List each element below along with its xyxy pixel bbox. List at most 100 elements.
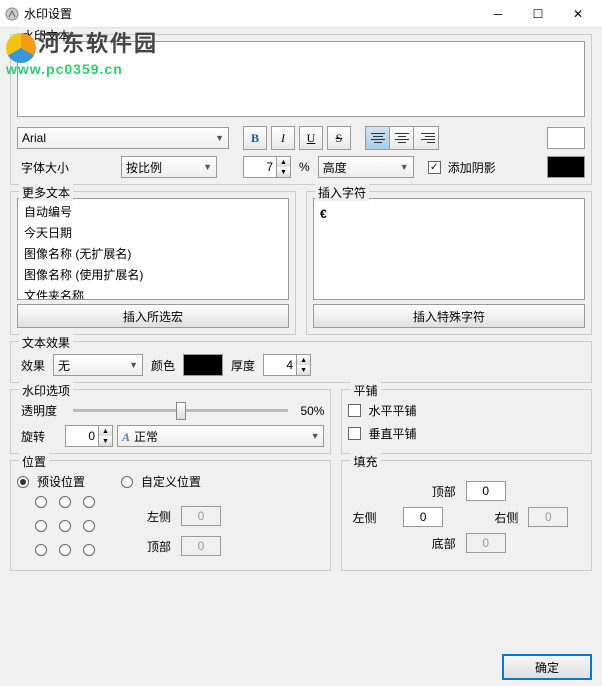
size-value-input[interactable] xyxy=(244,157,276,177)
pos-br[interactable] xyxy=(83,544,95,556)
thickness-label: 厚度 xyxy=(227,357,259,374)
text-color-swatch[interactable] xyxy=(547,127,585,149)
rotate-spinner[interactable]: ▲▼ xyxy=(65,425,113,447)
spin-down[interactable]: ▼ xyxy=(296,365,310,375)
opacity-label: 透明度 xyxy=(17,402,61,419)
horiz-tile-label: 水平平铺 xyxy=(368,402,416,419)
minimize-button[interactable]: ─ xyxy=(478,1,518,27)
custom-top-input[interactable] xyxy=(181,536,221,556)
font-family-select[interactable]: Arial▼ xyxy=(17,127,229,149)
effect-color-swatch[interactable] xyxy=(183,354,223,376)
watermark-textarea[interactable] xyxy=(17,41,585,117)
shadow-checkbox[interactable]: ✓ xyxy=(428,161,441,174)
bold-button[interactable]: B xyxy=(243,126,267,150)
legend-tile: 平铺 xyxy=(350,382,380,399)
custom-position-radio[interactable] xyxy=(121,476,133,488)
rotate-input[interactable] xyxy=(66,426,98,446)
pos-bl[interactable] xyxy=(35,544,47,556)
italic-button[interactable]: I xyxy=(271,126,295,150)
underline-button[interactable]: U xyxy=(299,126,323,150)
section-fill: 填充 顶部 左侧 右侧 底部 xyxy=(341,460,592,571)
list-item[interactable]: 文件夹名称 xyxy=(20,285,286,300)
pos-ml[interactable] xyxy=(35,520,47,532)
insert-macro-button[interactable]: 插入所选宏 xyxy=(17,304,289,328)
fill-right-label: 右侧 xyxy=(466,509,523,526)
effect-select[interactable]: 无▼ xyxy=(53,354,143,376)
section-watermark-options: 水印选项 透明度 50% 旋转 ▲▼ A正常 ▼ xyxy=(10,389,331,454)
rotate-label: 旋转 xyxy=(17,428,61,445)
orientation-select[interactable]: A正常 ▼ xyxy=(117,425,324,447)
legend-text-effect: 文本效果 xyxy=(19,334,73,351)
char-listbox[interactable]: € xyxy=(313,198,585,300)
spin-up[interactable]: ▲ xyxy=(276,157,290,167)
list-item[interactable]: 今天日期 xyxy=(20,222,286,243)
align-left-button[interactable] xyxy=(366,127,390,149)
chevron-down-icon: ▼ xyxy=(203,162,212,172)
fill-bottom-label: 底部 xyxy=(403,535,460,552)
custom-top-label: 顶部 xyxy=(143,538,177,555)
strike-button[interactable]: S xyxy=(327,126,351,150)
preset-position-label: 预设位置 xyxy=(37,473,85,490)
size-mode-select[interactable]: 按比例▼ xyxy=(121,156,217,178)
fill-bottom-input[interactable] xyxy=(466,533,506,553)
opacity-value: 50% xyxy=(300,404,324,418)
fill-top-label: 顶部 xyxy=(403,483,460,500)
align-center-button[interactable] xyxy=(390,127,414,149)
spin-down[interactable]: ▼ xyxy=(276,167,290,177)
size-unit: % xyxy=(295,160,314,174)
color-label: 颜色 xyxy=(147,357,179,374)
spin-up[interactable]: ▲ xyxy=(296,355,310,365)
vert-tile-checkbox[interactable] xyxy=(348,427,361,440)
list-item[interactable]: 自动编号 xyxy=(20,201,286,222)
chevron-down-icon: ▼ xyxy=(215,133,224,143)
height-mode-select[interactable]: 高度▼ xyxy=(318,156,414,178)
list-item[interactable]: 图像名称 (使用扩展名) xyxy=(20,264,286,285)
legend-fill: 填充 xyxy=(350,453,380,470)
size-value-spinner[interactable]: ▲▼ xyxy=(243,156,291,178)
align-group xyxy=(365,126,439,150)
macro-listbox[interactable]: 自动编号 今天日期 图像名称 (无扩展名) 图像名称 (使用扩展名) 文件夹名称 xyxy=(17,198,289,300)
fill-left-input[interactable] xyxy=(403,507,443,527)
close-button[interactable]: ✕ xyxy=(558,1,598,27)
pos-tr[interactable] xyxy=(83,496,95,508)
ok-button[interactable]: 确定 xyxy=(502,654,592,680)
font-size-label: 字体大小 xyxy=(17,159,73,176)
spin-down[interactable]: ▼ xyxy=(98,436,112,446)
titlebar: 水印设置 ─ ☐ ✕ xyxy=(0,0,602,28)
section-text-effect: 文本效果 效果 无▼ 颜色 厚度 ▲▼ xyxy=(10,341,592,383)
list-item[interactable]: 图像名称 (无扩展名) xyxy=(20,243,286,264)
pos-tl[interactable] xyxy=(35,496,47,508)
section-more-text: 更多文本 自动编号 今天日期 图像名称 (无扩展名) 图像名称 (使用扩展名) … xyxy=(10,191,296,335)
vert-tile-label: 垂直平铺 xyxy=(368,425,416,442)
thickness-spinner[interactable]: ▲▼ xyxy=(263,354,311,376)
pos-mc[interactable] xyxy=(59,520,71,532)
shadow-color-swatch[interactable] xyxy=(547,156,585,178)
legend-watermark-text: 水印文本 xyxy=(19,27,73,44)
maximize-button[interactable]: ☐ xyxy=(518,1,558,27)
pos-tc[interactable] xyxy=(59,496,71,508)
pos-bc[interactable] xyxy=(59,544,71,556)
insert-char-button[interactable]: 插入特殊字符 xyxy=(313,304,585,328)
fill-right-input[interactable] xyxy=(528,507,568,527)
align-right-button[interactable] xyxy=(414,127,438,149)
section-position: 位置 预设位置 自定义位置 左侧 顶部 xyxy=(10,460,331,571)
effect-label: 效果 xyxy=(17,357,49,374)
thickness-input[interactable] xyxy=(264,355,296,375)
position-grid xyxy=(35,496,103,564)
slider-thumb[interactable] xyxy=(176,402,186,420)
window-title: 水印设置 xyxy=(24,5,478,22)
chevron-down-icon: ▼ xyxy=(129,360,138,370)
section-tile: 平铺 水平平铺 垂直平铺 xyxy=(341,389,592,454)
legend-insert-char: 插入字符 xyxy=(315,184,369,201)
opacity-slider[interactable] xyxy=(73,409,288,412)
legend-more-text: 更多文本 xyxy=(19,184,73,201)
chevron-down-icon: ▼ xyxy=(311,431,320,441)
chevron-down-icon: ▼ xyxy=(400,162,409,172)
spin-up[interactable]: ▲ xyxy=(98,426,112,436)
custom-left-input[interactable] xyxy=(181,506,221,526)
pos-mr[interactable] xyxy=(83,520,95,532)
custom-position-label: 自定义位置 xyxy=(141,473,201,490)
preset-position-radio[interactable] xyxy=(17,476,29,488)
fill-top-input[interactable] xyxy=(466,481,506,501)
horiz-tile-checkbox[interactable] xyxy=(348,404,361,417)
